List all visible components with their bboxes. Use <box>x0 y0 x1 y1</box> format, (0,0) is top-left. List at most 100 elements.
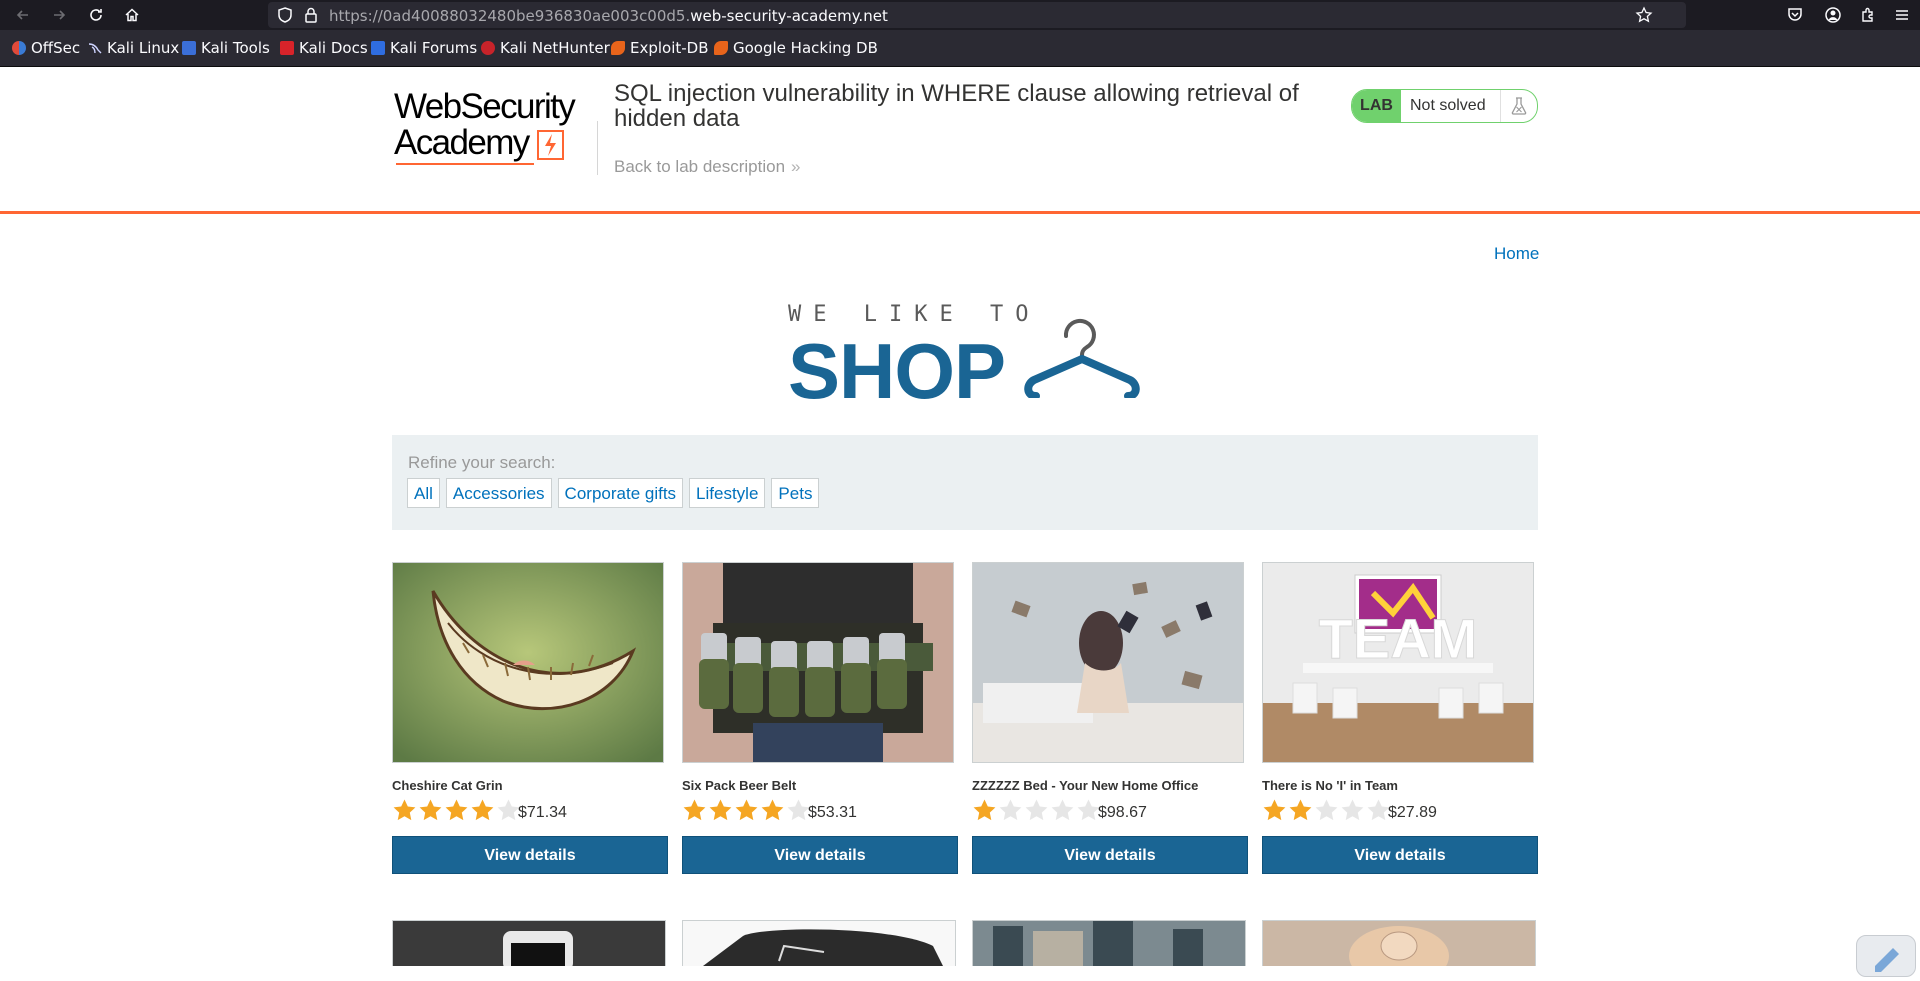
bookmark-label: Exploit-DB <box>630 39 709 57</box>
forward-button[interactable] <box>48 4 70 26</box>
lightning-icon <box>537 130 564 160</box>
reload-button[interactable] <box>85 4 107 26</box>
shop-logo-tagline: WE LIKE TO <box>788 302 1041 327</box>
product-image-partial[interactable] <box>682 920 956 966</box>
kali-docs-icon <box>280 41 294 55</box>
product-name: There is No 'I' in Team <box>1262 778 1398 793</box>
bookmark-kali-linux[interactable]: Kali Linux <box>88 38 179 58</box>
bookmark-label: Google Hacking DB <box>733 39 878 57</box>
filter-label: Refine your search: <box>408 453 556 472</box>
star-filled-icon <box>761 799 784 821</box>
logo-line-1: WebSecurity <box>394 87 576 126</box>
lab-badge: LAB <box>1352 90 1401 122</box>
lab-header: WebSecurity Academy SQL injection vulner… <box>0 67 1920 214</box>
back-to-lab-description-link[interactable]: Back to lab description » <box>614 157 801 177</box>
url-prefix: https://0ad40088032480be936830ae003c00d5… <box>329 7 691 25</box>
star-filled-icon <box>735 799 758 821</box>
star-filled-icon <box>419 799 442 821</box>
star-empty-icon <box>1051 799 1074 821</box>
bookmark-kali-tools[interactable]: Kali Tools <box>182 38 270 58</box>
bookmark-label: Kali Docs <box>299 39 368 57</box>
filter-list: All Accessories Corporate gifts Lifestyl… <box>407 478 820 508</box>
web-security-academy-logo[interactable]: WebSecurity Academy <box>394 87 576 165</box>
filter-corporate-gifts[interactable]: Corporate gifts <box>557 478 684 508</box>
bookmark-label: Kali NetHunter <box>500 39 610 57</box>
bookmark-kali-forums[interactable]: Kali Forums <box>371 38 477 58</box>
lab-status-separator <box>1500 90 1501 122</box>
filter-pets[interactable]: Pets <box>771 478 820 508</box>
star-filled-icon <box>683 799 706 821</box>
product-name: Cheshire Cat Grin <box>392 778 503 793</box>
bookmark-kali-nethunter[interactable]: Kali NetHunter <box>481 38 610 58</box>
bookmark-label: Kali Linux <box>107 39 180 57</box>
pencil-icon <box>1875 948 1899 972</box>
view-details-button[interactable]: View details <box>682 836 958 874</box>
product-image-no-i-in-team[interactable]: TEAM <box>1262 562 1534 763</box>
lock-icon[interactable] <box>302 6 320 24</box>
star-filled-icon <box>1263 799 1286 821</box>
url-text[interactable]: https://0ad40088032480be936830ae003c00d5… <box>329 7 888 25</box>
star-filled-icon <box>471 799 494 821</box>
bookmark-label: Kali Forums <box>390 39 478 57</box>
bookmark-offsec[interactable]: OffSec <box>12 38 80 58</box>
kali-tools-icon <box>182 41 196 55</box>
exploit-db-icon <box>611 41 625 55</box>
logo-line-2: Academy <box>394 123 530 162</box>
url-domain: web-security-academy.net <box>690 7 888 25</box>
product-price: $71.34 <box>518 804 567 821</box>
lab-status-text: Not solved <box>1410 97 1486 114</box>
arrow-left-icon <box>16 10 28 20</box>
product-price: $53.31 <box>808 804 857 821</box>
arrow-right-icon <box>54 10 66 20</box>
url-bar[interactable]: https://0ad40088032480be936830ae003c00d5… <box>268 2 1686 28</box>
team-image-text: TEAM <box>1319 607 1478 670</box>
view-details-button[interactable]: View details <box>1262 836 1538 874</box>
product-price: $98.67 <box>1098 804 1147 821</box>
floating-action-button[interactable] <box>1856 935 1916 977</box>
bookmark-label: Kali Tools <box>201 39 270 57</box>
filter-lifestyle[interactable]: Lifestyle <box>689 478 766 508</box>
extensions-icon[interactable] <box>1859 6 1877 24</box>
rating-stars <box>392 798 521 822</box>
back-link-label: Back to lab description <box>614 157 786 176</box>
bookmarks-toolbar: OffSec Kali Linux Kali Tools Kali Docs K… <box>0 30 1920 67</box>
menu-icon[interactable] <box>1893 6 1911 24</box>
star-filled-icon <box>393 799 416 821</box>
view-details-button[interactable]: View details <box>972 836 1248 874</box>
double-chevron-right-icon: » <box>791 157 801 176</box>
filter-panel: Refine your search: All Accessories Corp… <box>392 435 1538 530</box>
account-icon[interactable] <box>1824 6 1842 24</box>
bookmark-ghdb[interactable]: Google Hacking DB <box>714 38 878 58</box>
ghdb-icon <box>714 41 728 55</box>
home-button[interactable] <box>121 4 143 26</box>
home-icon <box>125 8 139 22</box>
star-empty-icon <box>1025 799 1048 821</box>
filter-accessories[interactable]: Accessories <box>445 478 552 508</box>
rating-stars <box>1262 798 1391 822</box>
product-image-cheshire-cat-grin[interactable] <box>392 562 664 763</box>
view-details-button[interactable]: View details <box>392 836 668 874</box>
bookmark-label: OffSec <box>31 39 81 57</box>
offsec-icon <box>12 41 26 55</box>
bookmark-star-icon[interactable] <box>1635 6 1653 24</box>
product-image-partial[interactable] <box>392 920 666 966</box>
bookmark-exploit-db[interactable]: Exploit-DB <box>611 38 709 58</box>
back-button[interactable] <box>12 4 34 26</box>
reload-icon <box>90 9 102 21</box>
shield-icon[interactable] <box>276 6 294 24</box>
pocket-icon[interactable] <box>1786 6 1804 24</box>
product-image-partial[interactable] <box>972 920 1246 966</box>
rating-stars <box>682 798 811 822</box>
product-image-partial[interactable] <box>1262 920 1536 966</box>
product-card: Cheshire Cat Grin $71.34 View details <box>392 562 668 874</box>
kali-forums-icon <box>371 41 385 55</box>
header-divider <box>597 121 598 175</box>
product-image-zzzzzz-bed[interactable] <box>972 562 1244 763</box>
bookmark-kali-docs[interactable]: Kali Docs <box>280 38 368 58</box>
star-empty-icon <box>999 799 1022 821</box>
product-image-six-pack-beer-belt[interactable] <box>682 562 954 763</box>
filter-all[interactable]: All <box>407 478 440 508</box>
star-empty-icon <box>1315 799 1338 821</box>
product-name: ZZZZZZ Bed - Your New Home Office <box>972 778 1199 793</box>
home-link[interactable]: Home <box>1494 244 1539 264</box>
